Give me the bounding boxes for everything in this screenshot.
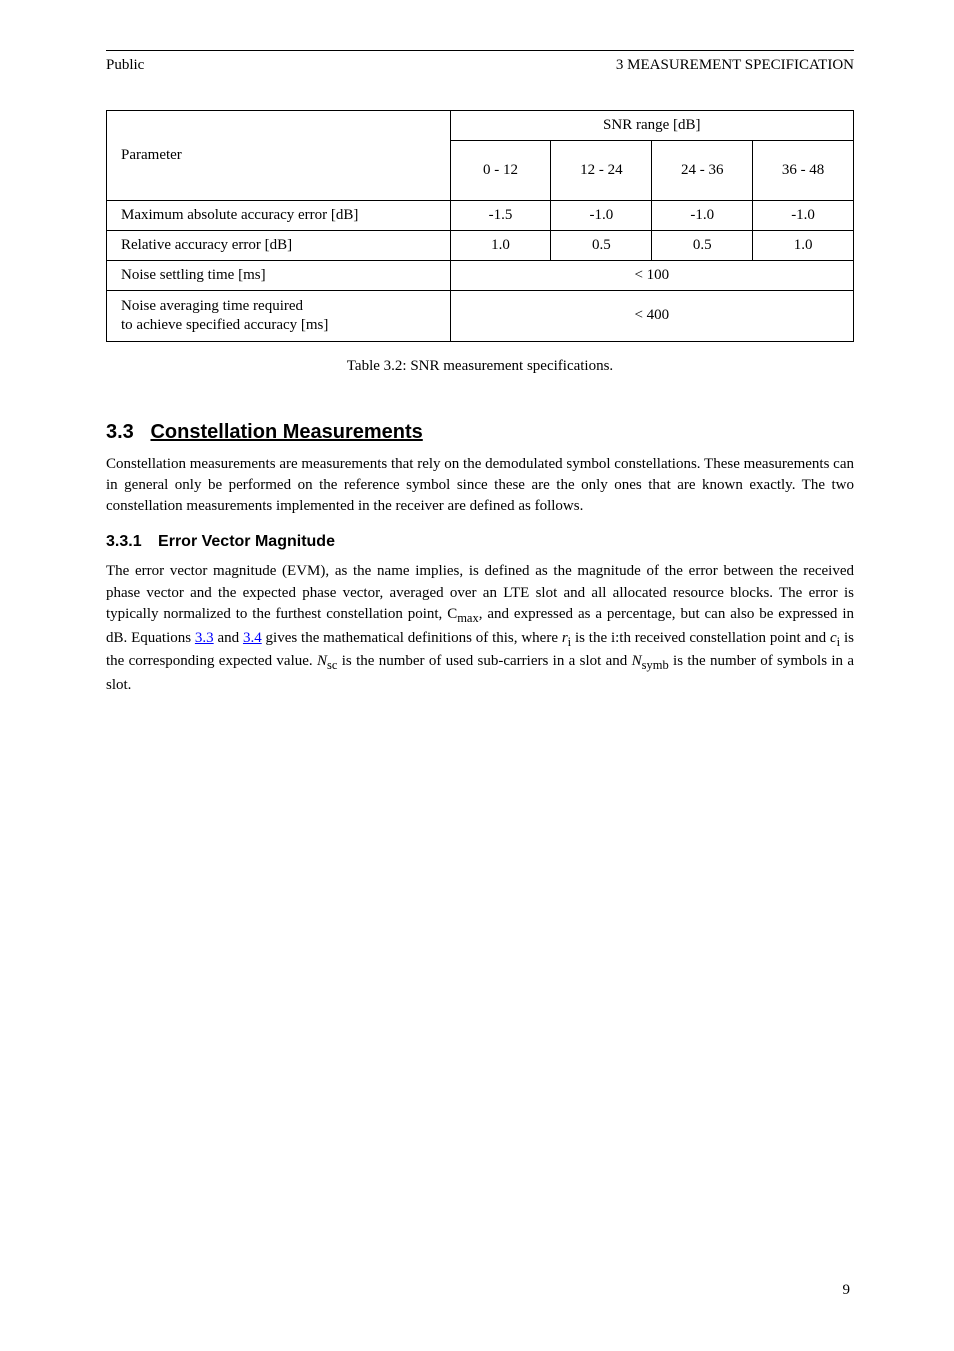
section-intro: Constellation measurements are measureme… [106, 454, 854, 518]
header-left: Public [106, 57, 144, 74]
text: and [214, 630, 243, 646]
snr-spec-table: Parameter SNR range [dB] 0 - 12 12 - 24 … [106, 110, 854, 342]
table-row: Noise averaging time required to achieve… [107, 291, 854, 342]
cell: -1.0 [551, 201, 652, 231]
text: is the i:th received constellation point… [571, 630, 830, 646]
table-row: Relative accuracy error [dB] 1.0 0.5 0.5… [107, 231, 854, 261]
header-right: 3 MEASUREMENT SPECIFICATION [616, 57, 854, 74]
subsection-heading: 3.3.1 Error Vector Magnitude [106, 533, 854, 551]
snr-range-header: SNR range [dB] [450, 111, 853, 141]
cell: 0.5 [652, 231, 753, 261]
subsection-body: The error vector magnitude (EVM), as the… [106, 561, 854, 696]
cell-merged: < 100 [450, 261, 853, 291]
row-label: Maximum absolute accuracy error [dB] [107, 201, 451, 231]
subscript: sc [327, 658, 337, 672]
cell: -1.0 [753, 201, 854, 231]
row-label: Noise settling time [ms] [107, 261, 451, 291]
cell: -1.5 [450, 201, 551, 231]
var: N [632, 653, 642, 669]
col-12-24: 12 - 24 [551, 141, 652, 201]
subsection-number: 3.3.1 [106, 533, 142, 550]
table-row: Parameter SNR range [dB] [107, 111, 854, 141]
row-label: Noise averaging time required to achieve… [107, 291, 451, 342]
cell: 1.0 [753, 231, 854, 261]
var: c [830, 630, 837, 646]
text: gives the mathematical definitions of th… [262, 630, 562, 646]
subsection-title: Error Vector Magnitude [158, 533, 335, 550]
subscript: symb [642, 658, 669, 672]
table-row: Noise settling time [ms] < 100 [107, 261, 854, 291]
row-label: Relative accuracy error [dB] [107, 231, 451, 261]
page-header: Public 3 MEASUREMENT SPECIFICATION [106, 57, 854, 74]
col-36-48: 36 - 48 [753, 141, 854, 201]
section-heading: 3.3 Constellation Measurements [106, 421, 854, 444]
text: is the number of used sub-carriers in a … [337, 653, 631, 669]
top-rule [106, 50, 854, 51]
row-label-line1: Noise averaging time required [121, 298, 303, 314]
section-number: 3.3 [106, 421, 134, 443]
page-number: 9 [843, 1282, 851, 1299]
row-label-line2: to achieve specified accuracy [ms] [121, 317, 328, 333]
param-header: Parameter [107, 111, 451, 201]
table-caption: Table 3.2: SNR measurement specification… [106, 358, 854, 375]
col-0-12: 0 - 12 [450, 141, 551, 201]
var: N [317, 653, 327, 669]
cell: -1.0 [652, 201, 753, 231]
table-row: Maximum absolute accuracy error [dB] -1.… [107, 201, 854, 231]
subscript: max [457, 611, 479, 625]
cell: 1.0 [450, 231, 551, 261]
cell: 0.5 [551, 231, 652, 261]
col-24-36: 24 - 36 [652, 141, 753, 201]
paragraph: The error vector magnitude (EVM), as the… [106, 561, 854, 696]
paragraph: Constellation measurements are measureme… [106, 454, 854, 518]
equation-ref-3-3[interactable]: 3.3 [195, 630, 214, 646]
cell-merged: < 400 [450, 291, 853, 342]
section-title: Constellation Measurements [150, 421, 422, 443]
equation-ref-3-4[interactable]: 3.4 [243, 630, 262, 646]
